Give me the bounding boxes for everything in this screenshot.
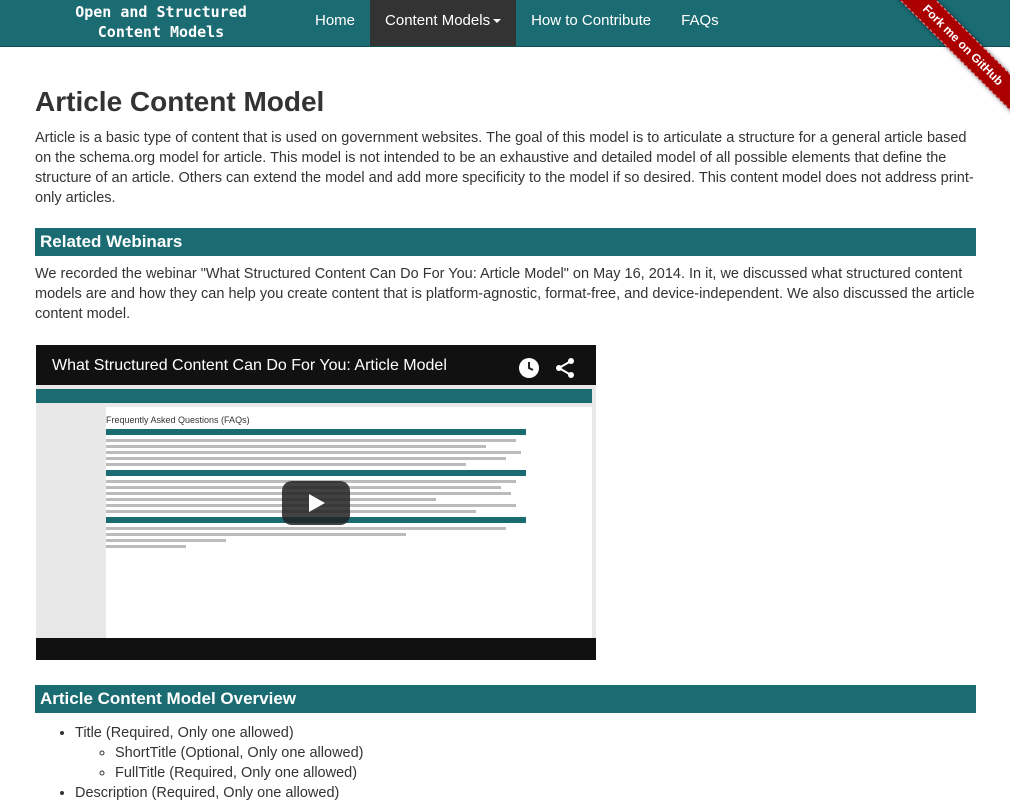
thumbnail-page: Frequently Asked Questions (FAQs) [106, 407, 592, 638]
thumbnail-navbar [36, 389, 592, 403]
brand-line-1: Open and Structured [75, 3, 247, 21]
top-navbar: Open and Structured Content Models Home … [0, 0, 1010, 115]
play-button[interactable] [282, 481, 350, 525]
thumbnail-text-line [106, 439, 516, 442]
video-controls [518, 357, 576, 384]
nav-item-faqs[interactable]: FAQs [666, 0, 734, 46]
thumbnail-heading: Frequently Asked Questions (FAQs) [106, 415, 250, 425]
nav-item-how-to-contribute[interactable]: How to Contribute [516, 0, 666, 46]
clock-icon[interactable] [518, 357, 540, 384]
thumbnail-text-line [106, 527, 506, 530]
main-nav: Home Content Models How to Contribute FA… [300, 0, 734, 46]
thumbnail-section-bar [106, 429, 526, 435]
main-content: Article Content Model Article is a basic… [35, 80, 976, 324]
overview-section: Article Content Model Overview Title (Re… [35, 685, 976, 803]
nav-item-content-models[interactable]: Content Models [370, 0, 517, 46]
page-title: Article Content Model [35, 86, 325, 117]
site-brand[interactable]: Open and Structured Content Models [56, 2, 266, 42]
section-heading-overview: Article Content Model Overview [35, 685, 976, 713]
list-item: FullTitle (Required, Only one allowed) [115, 763, 976, 783]
thumbnail-text-line [106, 445, 486, 448]
share-icon[interactable] [554, 357, 576, 384]
thumbnail-text-line [106, 498, 436, 501]
webinar-paragraph: We recorded the webinar "What Structured… [35, 266, 975, 322]
thumbnail-text-line [106, 463, 466, 466]
overview-list: Title (Required, Only one allowed) Short… [35, 723, 976, 803]
video-title[interactable]: What Structured Content Can Do For You: … [52, 357, 447, 375]
thumbnail-section-bar [106, 470, 526, 476]
thumbnail-text-line [106, 533, 406, 536]
sub-list: ShortTitle (Optional, Only one allowed) … [75, 743, 976, 783]
brand-line-2: Content Models [97, 23, 225, 41]
section-heading-webinars: Related Webinars [35, 228, 976, 256]
nav-item-home[interactable]: Home [300, 0, 370, 46]
nav-item-label: How to Contribute [531, 12, 652, 29]
thumbnail-text-line [106, 457, 506, 460]
chevron-down-icon [493, 19, 502, 24]
list-item: ShortTitle (Optional, Only one allowed) [115, 743, 976, 763]
video-player[interactable]: Frequently Asked Questions (FAQs) What S… [36, 345, 596, 660]
intro-paragraph: Article is a basic type of content that … [35, 130, 974, 206]
nav-item-label: Home [315, 12, 356, 29]
list-item: Description (Required, Only one allowed) [75, 783, 976, 803]
thumbnail-text-line [106, 451, 521, 454]
nav-item-label: Content Models [385, 12, 491, 29]
thumbnail-text-line [106, 539, 226, 542]
nav-item-label: FAQs [681, 12, 719, 29]
list-item-label: Title (Required, Only one allowed) [75, 725, 294, 741]
thumbnail-text-line [106, 545, 186, 548]
list-item: Title (Required, Only one allowed) Short… [75, 723, 976, 783]
